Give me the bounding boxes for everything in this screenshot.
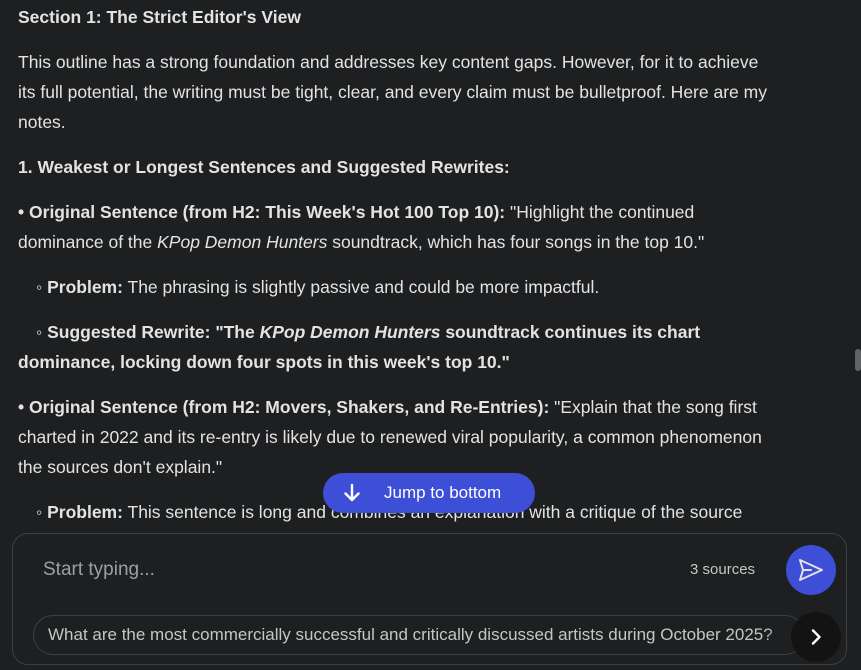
intro-line-2: its full potential, the writing must be … (18, 82, 767, 102)
chat-input[interactable] (41, 554, 645, 586)
sub-bullet: ◦ (36, 277, 43, 297)
scrollbar-thumb[interactable] (855, 349, 861, 371)
item1-rewrite-line-1: ◦ Suggested Rewrite: "The KPop Demon Hun… (36, 322, 701, 342)
intro-line-1: This outline has a strong foundation and… (18, 52, 759, 72)
item2-line-1: • Original Sentence (from H2: Movers, Sh… (18, 397, 757, 417)
bullet: • (18, 397, 25, 417)
item2-line-2: charted in 2022 and its re-entry is like… (18, 427, 762, 447)
send-button[interactable] (786, 545, 836, 595)
response-content: Section 1: The Strict Editor's View This… (0, 0, 861, 530)
subheading: 1. Weakest or Longest Sentences and Sugg… (18, 157, 510, 177)
suggested-prompt-text: What are the most commercially successfu… (48, 625, 773, 644)
intro-line-3: notes. (18, 112, 66, 132)
item1-rewrite-line-2: dominance, locking down four spots in th… (18, 352, 510, 372)
suggested-prompt-chip[interactable]: What are the most commercially successfu… (33, 615, 805, 655)
item1-line-2: dominance of the KPop Demon Hunters soun… (18, 232, 705, 252)
bullet: • (18, 202, 25, 222)
item2-label: Original Sentence (from H2: Movers, Shak… (29, 397, 550, 417)
section-heading: Section 1: The Strict Editor's View (18, 7, 301, 27)
item1-problem: ◦ Problem: The phrasing is slightly pass… (36, 277, 600, 297)
sub-bullet: ◦ (36, 502, 43, 522)
item1-quote: "Highlight the continued (510, 202, 695, 222)
sources-count: 3 sources (690, 561, 756, 578)
composer: 3 sources What are the most commercially… (12, 533, 847, 665)
sub-bullet: ◦ (36, 322, 43, 342)
next-suggestion-button[interactable] (791, 612, 841, 662)
jump-to-bottom-label: Jump to bottom (384, 483, 502, 502)
item2-line-3: the sources don't explain." (18, 457, 223, 477)
jump-to-bottom-button[interactable]: Jump to bottom (323, 473, 535, 513)
item1-line-1: • Original Sentence (from H2: This Week'… (18, 197, 694, 227)
item1-label: Original Sentence (from H2: This Week's … (29, 202, 506, 222)
arrow-down-icon (341, 482, 363, 504)
